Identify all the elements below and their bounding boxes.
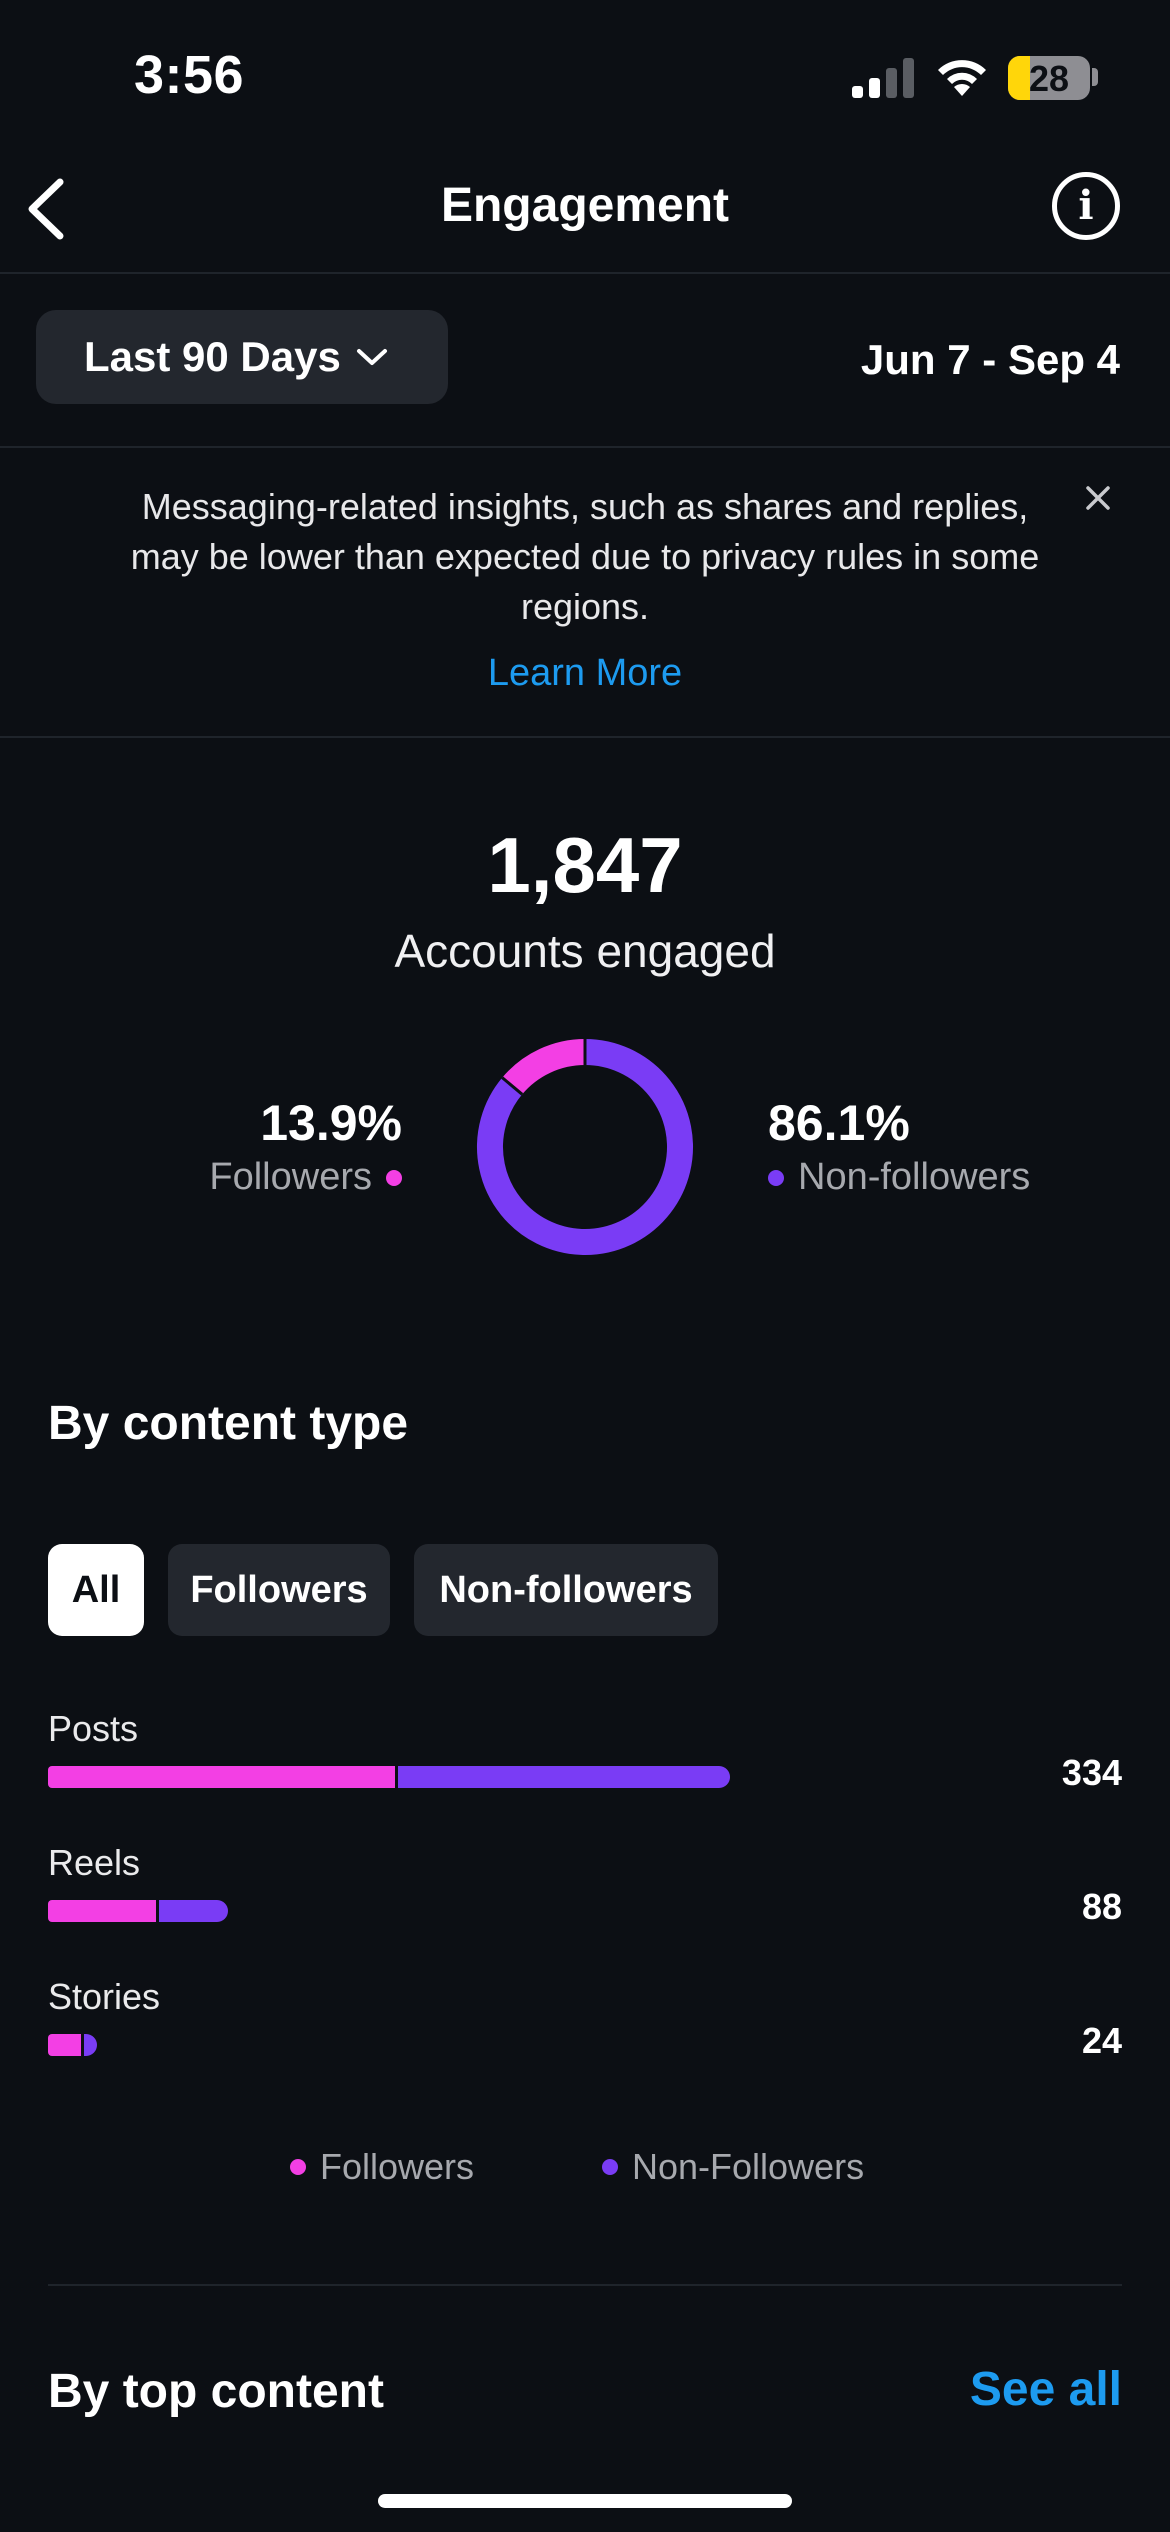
battery-nub	[1092, 68, 1098, 86]
accounts-engaged-label: Accounts engaged	[394, 925, 776, 977]
bar-posts	[48, 1766, 948, 1788]
row-value-reels: 88	[1081, 1886, 1122, 1927]
followers-dot	[386, 1169, 402, 1186]
legend-followers-label: Followers	[320, 2146, 475, 2187]
bar-segment-followers-reels	[48, 1900, 157, 1922]
date-range-dropdown[interactable]: Last 90 Days	[36, 310, 448, 404]
bar-segment-non-followers-posts	[398, 1766, 730, 1788]
battery-level: 28	[1028, 58, 1070, 99]
bar-segment-followers-posts	[48, 1766, 396, 1788]
bar-reels	[48, 1900, 948, 1922]
row-value-stories: 24	[1081, 2020, 1122, 2061]
battery-icon: 28	[1008, 56, 1090, 100]
tab-all[interactable]: All	[48, 1544, 144, 1636]
legend-followers-dot	[290, 2159, 306, 2175]
by-top-content-heading: By top content	[48, 2365, 384, 2418]
tab-followers[interactable]: Followers	[168, 1544, 390, 1636]
cellular-signal-icon	[852, 58, 914, 98]
non-followers-dot	[768, 1169, 784, 1186]
accounts-engaged-value: 1,847	[487, 821, 683, 909]
divider	[48, 2284, 1122, 2286]
legend-non-followers-label: Non-Followers	[632, 2146, 865, 2187]
divider	[0, 446, 1170, 448]
close-icon[interactable]	[1082, 482, 1114, 514]
tab-non-followers[interactable]: Non-followers	[414, 1544, 718, 1636]
followers-percent: 13.9%	[260, 1095, 402, 1151]
divider	[0, 736, 1170, 738]
learn-more-link[interactable]: Learn More	[0, 652, 1170, 695]
row-label-posts: Posts	[48, 1708, 139, 1749]
non-followers-percent: 86.1%	[768, 1095, 910, 1151]
wifi-icon	[938, 60, 986, 96]
followers-label: Followers	[209, 1156, 372, 1198]
row-label-stories: Stories	[48, 1976, 161, 2017]
bar-stories	[48, 2034, 948, 2056]
donut-slice-followers	[502, 1039, 586, 1095]
by-content-type-heading: By content type	[48, 1397, 409, 1450]
row-label-reels: Reels	[48, 1842, 141, 1883]
legend-followers: Followers	[290, 2146, 474, 2188]
bar-segment-non-followers-reels	[159, 1900, 228, 1922]
home-indicator[interactable]	[378, 2494, 792, 2508]
divider	[0, 272, 1170, 274]
privacy-notice: Messaging-related insights, such as shar…	[130, 486, 1040, 627]
see-all-link[interactable]: See all	[970, 2362, 1122, 2417]
legend-non-followers: Non-Followers	[602, 2146, 864, 2188]
bar-segment-followers-stories	[48, 2034, 81, 2056]
non-followers-legend: Non-followers	[768, 1156, 1030, 1199]
non-followers-label: Non-followers	[798, 1156, 1031, 1198]
info-icon[interactable]: i	[1052, 172, 1120, 240]
date-range-label: Last 90 Days	[84, 333, 341, 380]
bar-segment-non-followers-stories	[83, 2034, 97, 2056]
engagement-donut-chart	[477, 1039, 693, 1255]
chevron-down-icon	[356, 349, 387, 365]
page-title: Engagement	[440, 179, 730, 232]
date-range-text: Jun 7 - Sep 4	[860, 336, 1120, 383]
followers-legend: Followers	[209, 1156, 402, 1199]
row-value-posts: 334	[1061, 1752, 1122, 1793]
legend-non-followers-dot	[602, 2159, 618, 2175]
status-time: 3:56	[134, 45, 245, 105]
